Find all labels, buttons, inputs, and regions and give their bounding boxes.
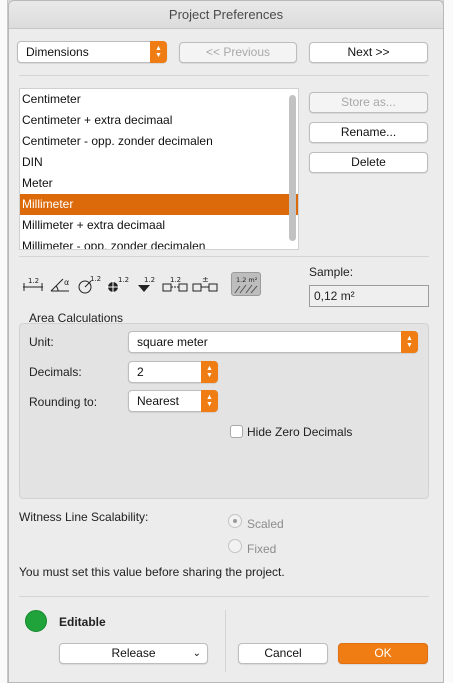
unit-select-value: square meter	[137, 335, 208, 349]
preset-list[interactable]: Centimeter Centimeter + extra decimaal C…	[19, 88, 299, 250]
angle-dimension-icon[interactable]: α	[49, 272, 73, 296]
rounding-select-value: Nearest	[137, 394, 180, 408]
preferences-dialog: Project Preferences Dimensions ▲ ▼ << Pre…	[8, 0, 444, 683]
radial-dimension-icon[interactable]: 1.2	[77, 272, 101, 296]
editable-status-label: Editable	[59, 615, 106, 629]
icon-label: 1.2	[118, 276, 129, 284]
svg-text:α: α	[64, 278, 69, 287]
list-item[interactable]: DIN	[20, 152, 298, 173]
icon-label: 1.2	[144, 276, 155, 284]
scaled-radio[interactable]	[228, 514, 242, 528]
list-item[interactable]: Centimeter + extra decimaal	[20, 110, 298, 131]
decimals-stepper[interactable]: 2 ▲ ▼	[128, 361, 218, 383]
door-window-dimension-icon[interactable]: 1.2	[161, 272, 191, 296]
sample-label: Sample:	[309, 265, 354, 279]
editable-status-icon	[25, 610, 47, 632]
category-select[interactable]: Dimensions ▲ ▼	[17, 41, 167, 63]
vertical-divider	[225, 610, 226, 672]
chevron-updown-icon: ▲ ▼	[201, 390, 218, 412]
hide-zero-decimals-label: Hide Zero Decimals	[247, 425, 353, 439]
scaled-label: Scaled	[247, 517, 284, 531]
divider	[19, 75, 429, 76]
rename-button[interactable]: Rename...	[309, 122, 428, 143]
list-item[interactable]: Millimeter + extra decimaal	[20, 215, 298, 236]
chevron-updown-icon: ▲ ▼	[201, 361, 218, 383]
level-dimension-icon[interactable]: 1.2	[105, 272, 129, 296]
category-select-value: Dimensions	[26, 45, 89, 59]
fixed-radio[interactable]	[228, 539, 242, 553]
rounding-label: Rounding to:	[29, 395, 98, 409]
divider	[19, 596, 429, 597]
previous-button[interactable]: << Previous	[179, 42, 297, 63]
sill-height-dimension-icon[interactable]: ±	[191, 272, 221, 296]
background-strip-left	[0, 0, 8, 683]
area-calculation-icon[interactable]: 1.2 m²	[231, 272, 261, 296]
icon-label: 1.2	[90, 275, 101, 283]
background-strip-right	[443, 0, 453, 683]
icon-label: 1.2	[28, 277, 39, 285]
list-item[interactable]: Meter	[20, 173, 298, 194]
elevation-dimension-icon[interactable]: 1.2	[133, 272, 157, 296]
linear-dimension-icon[interactable]: 1.2	[21, 272, 45, 296]
unit-label: Unit:	[29, 335, 54, 349]
divider	[19, 256, 429, 257]
release-button[interactable]: Release ⌄	[59, 643, 208, 664]
list-scrollbar[interactable]	[289, 95, 296, 241]
release-label: Release	[111, 646, 156, 660]
sharing-note: You must set this value before sharing t…	[19, 565, 285, 579]
cancel-button[interactable]: Cancel	[238, 643, 328, 664]
hide-zero-decimals-checkbox[interactable]	[230, 425, 243, 438]
sample-value: 0,12 m²	[309, 285, 429, 307]
list-item[interactable]: Centimeter - opp. zonder decimalen	[20, 131, 298, 152]
decimals-value: 2	[137, 365, 144, 379]
witness-line-label: Witness Line Scalability:	[19, 510, 149, 524]
decimals-label: Decimals:	[29, 365, 82, 379]
store-as-button[interactable]: Store as...	[309, 92, 428, 113]
svg-text:±: ±	[202, 275, 209, 284]
unit-select[interactable]: square meter ▲ ▼	[128, 331, 418, 353]
dimension-type-toolbar: 1.2 α 1.2 1.2 1.2 1.2 ± 1.2 m²	[21, 272, 261, 296]
delete-button[interactable]: Delete	[309, 152, 428, 173]
fixed-label: Fixed	[247, 542, 277, 556]
chevron-updown-icon: ▲ ▼	[401, 331, 418, 353]
list-item[interactable]: Centimeter	[20, 89, 298, 110]
next-button[interactable]: Next >>	[309, 42, 428, 63]
window-title: Project Preferences	[9, 1, 443, 29]
ok-button[interactable]: OK	[338, 643, 428, 664]
rounding-select[interactable]: Nearest ▲ ▼	[128, 390, 218, 412]
list-item-selected[interactable]: Millimeter	[20, 194, 298, 215]
chevron-updown-icon: ▲ ▼	[150, 41, 167, 63]
icon-label: 1.2 m²	[236, 276, 258, 284]
list-item[interactable]: Millimeter - opp. zonder decimalen	[20, 236, 298, 249]
chevron-down-icon: ⌄	[192, 648, 201, 659]
icon-label: 1.2	[170, 276, 181, 284]
